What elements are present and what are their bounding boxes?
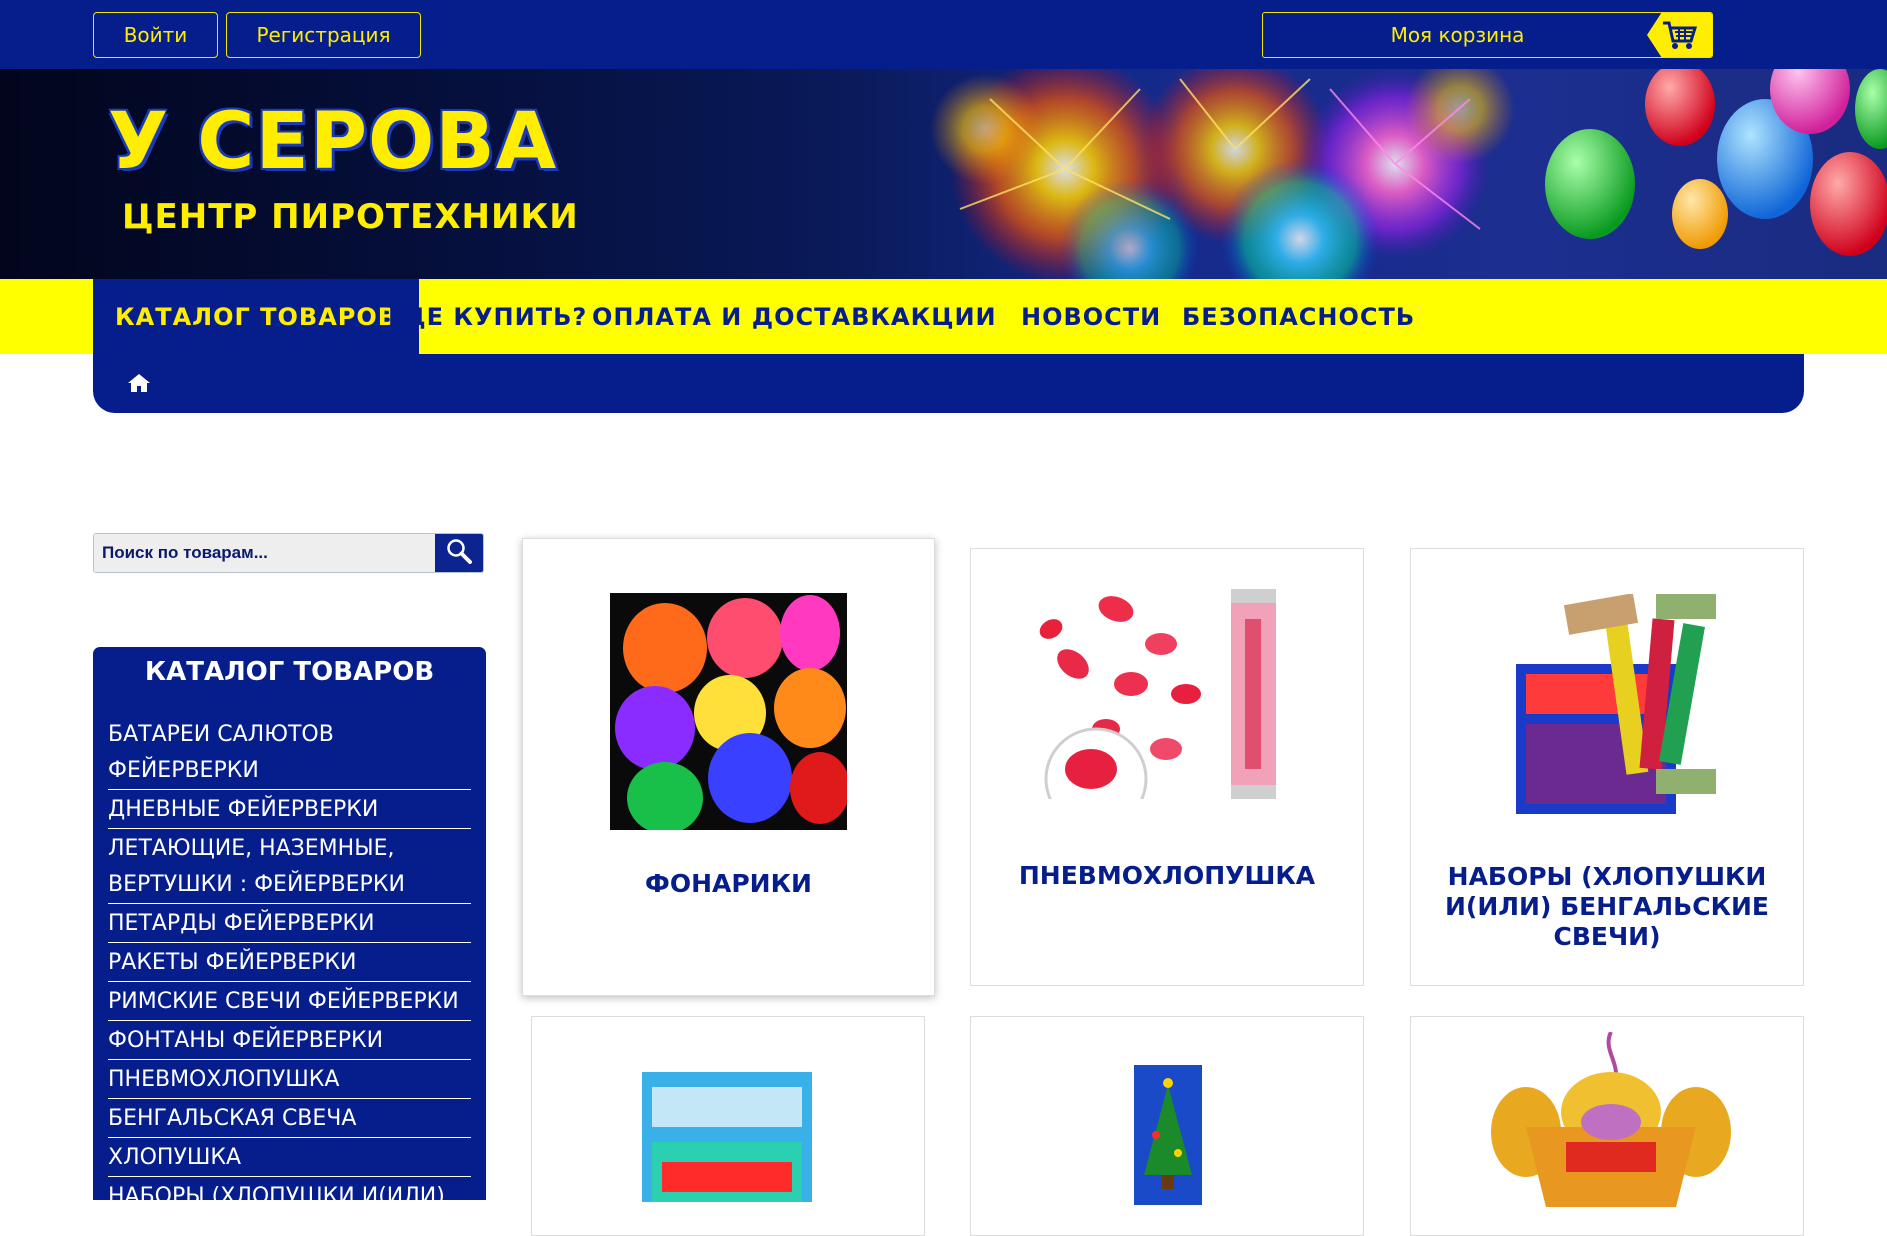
catalog-list: БАТАРЕИ САЛЮТОВ ФЕЙЕРВЕРКИ ДНЕВНЫЕ ФЕЙЕР… bbox=[108, 715, 471, 1200]
cart-label: Моя корзина bbox=[1390, 23, 1525, 47]
product-title: НАБОРЫ (ХЛОПУШКИ И(ИЛИ) БЕНГАЛЬСКИЕ СВЕЧ… bbox=[1444, 862, 1770, 951]
product-card-sparkler[interactable] bbox=[970, 1016, 1364, 1236]
product-title: ФОНАРИКИ bbox=[645, 869, 812, 898]
catalog-item-firecrackers[interactable]: ПЕТАРДЫ ФЕЙЕРВЕРКИ bbox=[108, 904, 471, 943]
catalog-item-daytime[interactable]: ДНЕВНЫЕ ФЕЙЕРВЕРКИ bbox=[108, 790, 471, 829]
search-button[interactable] bbox=[435, 534, 483, 572]
product-card-sets[interactable]: НАБОРЫ (ХЛОПУШКИ И(ИЛИ) БЕНГАЛЬСКИЕ СВЕЧ… bbox=[1410, 548, 1804, 986]
breadcrumb bbox=[93, 354, 1804, 413]
catalog-sidebar: КАТАЛОГ ТОВАРОВ БАТАРЕИ САЛЮТОВ ФЕЙЕРВЕР… bbox=[93, 647, 486, 1200]
product-title: ПНЕВМОХЛОПУШКА bbox=[1018, 861, 1316, 890]
catalog-item-pneumo-poppers[interactable]: ПНЕВМОХЛОПУШКА bbox=[108, 1060, 471, 1099]
catalog-item-roman-candles[interactable]: РИМСКИЕ СВЕЧИ ФЕЙЕРВЕРКИ bbox=[108, 982, 471, 1021]
product-card-lanterns[interactable]: ФОНАРИКИ bbox=[522, 538, 935, 996]
register-button[interactable]: Регистрация bbox=[226, 12, 421, 58]
main-nav: КАТАЛОГ ТОВАРОВ ГДЕ КУПИТЬ? ОПЛАТА И ДОС… bbox=[0, 279, 1887, 354]
shopping-cart-icon bbox=[1647, 13, 1712, 57]
product-image-sparkler bbox=[1134, 1065, 1202, 1205]
header-banner: У СЕРОВА ЦЕНТР ПИРОТЕХНИКИ bbox=[0, 69, 1887, 279]
product-card-fountain[interactable] bbox=[1410, 1016, 1804, 1236]
search-input[interactable] bbox=[94, 534, 436, 572]
product-image-sets bbox=[1506, 594, 1726, 824]
catalog-title: КАТАЛОГ ТОВАРОВ bbox=[144, 657, 435, 687]
catalog-item-poppers[interactable]: ХЛОПУШКА bbox=[108, 1138, 471, 1177]
cart-button[interactable]: Моя корзина bbox=[1262, 12, 1713, 58]
catalog-item-flying[interactable]: ЛЕТАЮЩИЕ, НАЗЕМНЫЕ, ВЕРТУШКИ : ФЕЙЕРВЕРК… bbox=[108, 829, 471, 904]
logo-title[interactable]: У СЕРОВА bbox=[108, 97, 557, 187]
search-icon bbox=[445, 537, 473, 569]
nav-promotions[interactable]: АКЦИИ bbox=[869, 279, 1019, 354]
catalog-item-rockets[interactable]: РАКЕТЫ ФЕЙЕРВЕРКИ bbox=[108, 943, 471, 982]
catalog-item-sets[interactable]: НАБОРЫ (ХЛОПУШКИ И(ИЛИ) bbox=[108, 1177, 471, 1200]
top-bar: Войти Регистрация Моя корзина bbox=[0, 0, 1887, 69]
product-image-fountain bbox=[1486, 1032, 1736, 1207]
product-image-poppers bbox=[632, 1072, 822, 1202]
product-card-poppers[interactable] bbox=[531, 1016, 925, 1236]
catalog-item-fountains[interactable]: ФОНТАНЫ ФЕЙЕРВЕРКИ bbox=[108, 1021, 471, 1060]
catalog-item-sparklers[interactable]: БЕНГАЛЬСКАЯ СВЕЧА bbox=[108, 1099, 471, 1138]
product-image-lanterns bbox=[610, 593, 847, 830]
product-card-pneumo-popper[interactable]: ПНЕВМОХЛОПУШКА bbox=[970, 548, 1364, 986]
login-button[interactable]: Войти bbox=[93, 12, 218, 58]
nav-safety[interactable]: БЕЗОПАСНОСТЬ bbox=[1160, 279, 1437, 354]
home-icon[interactable] bbox=[127, 373, 151, 397]
search-form bbox=[93, 533, 484, 573]
product-image-pneumo-popper bbox=[1011, 589, 1331, 799]
logo-subtitle: ЦЕНТР ПИРОТЕХНИКИ bbox=[122, 197, 579, 237]
nav-news[interactable]: НОВОСТИ bbox=[999, 279, 1183, 354]
catalog-item-batteries[interactable]: БАТАРЕИ САЛЮТОВ ФЕЙЕРВЕРКИ bbox=[108, 715, 471, 790]
